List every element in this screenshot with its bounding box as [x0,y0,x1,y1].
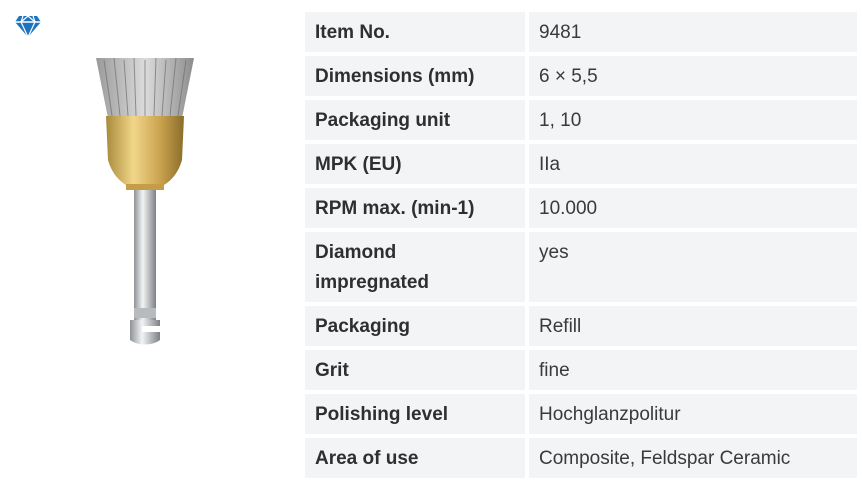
spec-row-dimensions: Dimensions (mm) 6 × 5,5 [305,56,857,96]
spec-row-grit: Grit fine [305,350,857,390]
polishing-brush-icon [96,57,194,345]
spec-label: Dimensions (mm) [305,56,525,96]
spec-value: 9481 [529,12,857,52]
product-image-area [0,0,300,483]
spec-row-packaging: Packaging Refill [305,306,857,346]
spec-value: 1, 10 [529,100,857,140]
spec-label: Packaging [305,306,525,346]
spec-row-rpm: RPM max. (min-1) 10.000 [305,188,857,228]
spec-label: Packaging unit [305,100,525,140]
spec-row-mpk: MPK (EU) IIa [305,144,857,184]
spec-label: Polishing level [305,394,525,434]
diamond-icon [15,15,41,38]
spec-value: 10.000 [529,188,857,228]
spec-value: Hochglanzpolitur [529,394,857,434]
spec-row-diamond-impregnated: Diamond impregnated yes [305,232,857,302]
spec-row-area-of-use: Area of use Composite, Feldspar Ceramic [305,438,857,478]
spec-row-item-no: Item No. 9481 [305,12,857,52]
spec-value: yes [529,232,857,302]
spec-table: Item No. 9481 Dimensions (mm) 6 × 5,5 Pa… [305,12,857,482]
spec-label: MPK (EU) [305,144,525,184]
spec-label: Item No. [305,12,525,52]
spec-row-packaging-unit: Packaging unit 1, 10 [305,100,857,140]
spec-label: Area of use [305,438,525,478]
spec-value: IIa [529,144,857,184]
spec-label: RPM max. (min-1) [305,188,525,228]
spec-value: 6 × 5,5 [529,56,857,96]
spec-row-polishing-level: Polishing level Hochglanzpolitur [305,394,857,434]
spec-value: Refill [529,306,857,346]
spec-value: Composite, Feldspar Ceramic [529,438,857,478]
spec-label: Diamond impregnated [305,232,525,302]
spec-label: Grit [305,350,525,390]
spec-value: fine [529,350,857,390]
